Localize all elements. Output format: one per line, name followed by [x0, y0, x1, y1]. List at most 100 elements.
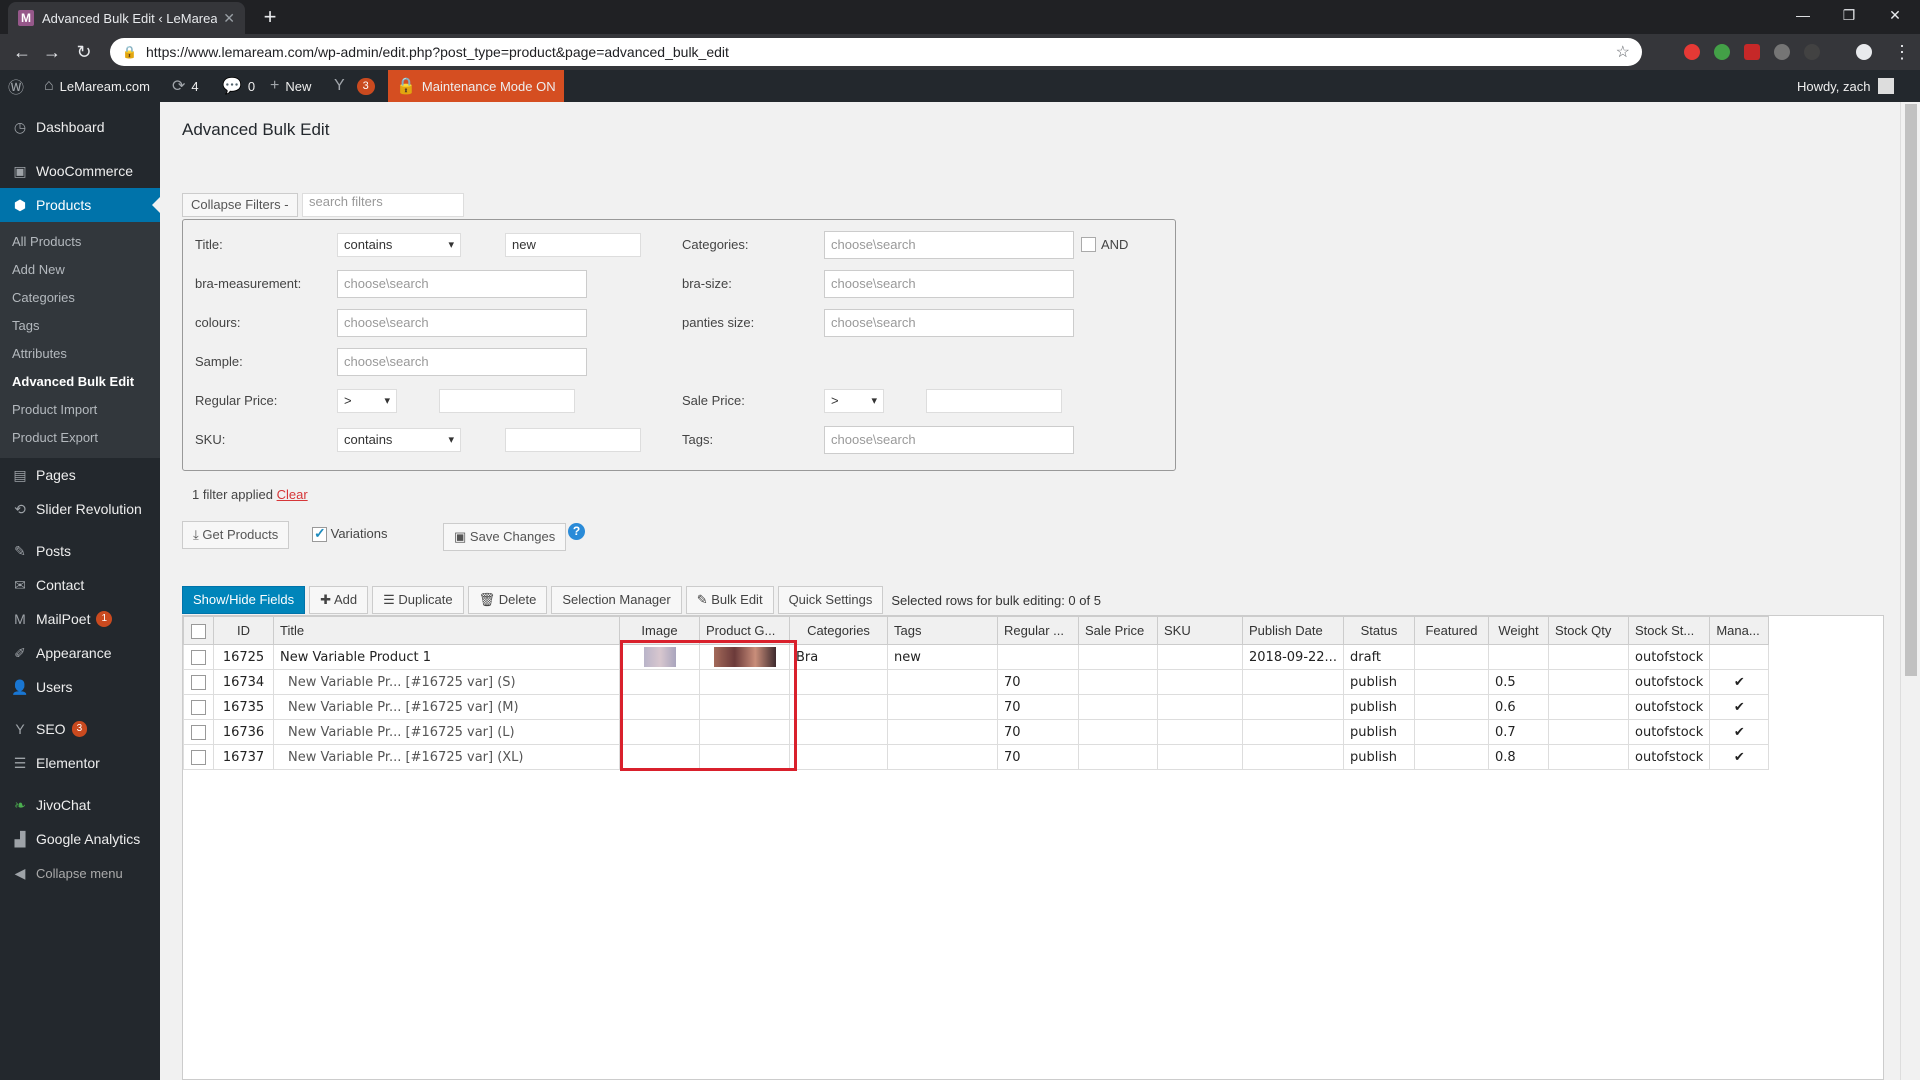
cell-id[interactable]: 16725	[213, 644, 274, 670]
row-checkbox[interactable]	[191, 699, 206, 715]
search-filters-input[interactable]: search filters	[302, 193, 464, 217]
column-header[interactable]: Product G...	[699, 616, 790, 645]
cell-status[interactable]: publish	[1343, 669, 1415, 695]
column-header[interactable]: SKU	[1157, 616, 1243, 645]
column-header[interactable]: Image	[619, 616, 700, 645]
column-header[interactable]: Weight	[1488, 616, 1549, 645]
add-button[interactable]: ✚ Add	[309, 586, 369, 614]
page-scrollbar[interactable]	[1900, 102, 1920, 1080]
column-header[interactable]: Sale Price	[1078, 616, 1158, 645]
address-bar[interactable]: 🔒 https://www.lemaream.com/wp-admin/edit…	[110, 38, 1642, 66]
duplicate-button[interactable]: ☰ Duplicate	[372, 586, 464, 614]
cell-categories[interactable]	[789, 744, 888, 770]
cell-title[interactable]: New Variable Pr... [#16725 var] (S)	[273, 669, 620, 695]
new-content-link[interactable]: + New	[270, 70, 311, 102]
cell-image[interactable]	[619, 719, 700, 745]
selection-manager-button[interactable]: Selection Manager	[551, 586, 682, 614]
cell-gallery[interactable]	[699, 669, 790, 695]
cell-status[interactable]: publish	[1343, 719, 1415, 745]
cell-manage-stock[interactable]	[1709, 644, 1770, 670]
cell-weight[interactable]: 0.7	[1488, 719, 1549, 745]
cell-regular-price[interactable]: 70	[997, 719, 1079, 745]
cell-tags[interactable]	[887, 719, 998, 745]
menu-woocommerce[interactable]: ▣ WooCommerce	[0, 154, 160, 188]
updates-link[interactable]: ⟳ 4	[172, 70, 199, 102]
table-row[interactable]: 16725 New Variable Product 1 Bra new 201…	[183, 644, 1770, 670]
menu-jivochat[interactable]: ❧ JivoChat	[0, 788, 160, 822]
table-row[interactable]: 16736 New Variable Pr... [#16725 var] (L…	[183, 719, 1770, 745]
sku-input[interactable]	[505, 428, 641, 452]
menu-google-analytics[interactable]: ▟ Google Analytics	[0, 822, 160, 856]
cell-stock-status[interactable]: outofstock	[1627, 644, 1711, 670]
delete-button[interactable]: 🗑 Delete	[467, 586, 548, 614]
bookmark-star-icon[interactable]: ☆	[1616, 42, 1630, 62]
clear-filters-link[interactable]: Clear	[277, 487, 308, 502]
cell-gallery[interactable]	[699, 644, 790, 670]
sample-select[interactable]: choose\search	[337, 348, 587, 376]
column-header[interactable]: Featured	[1414, 616, 1489, 645]
column-header[interactable]: Publish Date	[1242, 616, 1344, 645]
cell-tags[interactable]: new	[887, 644, 998, 670]
cell-stock-status[interactable]: outofstock	[1627, 744, 1711, 770]
cell-title[interactable]: New Variable Pr... [#16725 var] (XL)	[273, 744, 620, 770]
site-name-link[interactable]: ⌂ LeMaream.com	[44, 70, 150, 102]
cell-id[interactable]: 16735	[213, 694, 274, 720]
wordpress-logo-icon[interactable]: Ⓦ	[8, 70, 24, 102]
cell-categories[interactable]	[789, 719, 888, 745]
colours-select[interactable]: choose\search	[337, 309, 587, 337]
cell-image[interactable]	[619, 744, 700, 770]
new-tab-button[interactable]: +	[258, 6, 282, 30]
cell-tags[interactable]	[887, 694, 998, 720]
cell-featured[interactable]	[1414, 669, 1489, 695]
cell-sku[interactable]	[1157, 694, 1243, 720]
cell-id[interactable]: 16736	[213, 719, 274, 745]
regular-price-operator-select[interactable]: >	[337, 389, 397, 413]
cell-sku[interactable]	[1157, 744, 1243, 770]
cell-image[interactable]	[619, 644, 700, 670]
help-icon[interactable]: ?	[568, 523, 585, 540]
bra-size-select[interactable]: choose\search	[824, 270, 1074, 298]
cell-status[interactable]: draft	[1343, 644, 1415, 670]
cell-title[interactable]: New Variable Pr... [#16725 var] (L)	[273, 719, 620, 745]
bulk-edit-button[interactable]: ✎ Bulk Edit	[685, 586, 774, 614]
submenu-tags[interactable]: Tags	[0, 312, 160, 340]
cell-sale-price[interactable]	[1078, 669, 1158, 695]
menu-mailpoet[interactable]: M MailPoet 1	[0, 602, 160, 636]
cell-sale-price[interactable]	[1078, 694, 1158, 720]
column-header[interactable]: Categories	[789, 616, 888, 645]
cell-weight[interactable]: 0.5	[1488, 669, 1549, 695]
categories-select[interactable]: choose\search	[824, 231, 1074, 259]
extension-red-icon[interactable]	[1744, 44, 1760, 60]
submenu-add-new[interactable]: Add New	[0, 256, 160, 284]
bra-measurement-select[interactable]: choose\search	[337, 270, 587, 298]
cell-regular-price[interactable]: 70	[997, 744, 1079, 770]
row-checkbox[interactable]	[191, 674, 206, 690]
menu-posts[interactable]: ✎ Posts	[0, 534, 160, 568]
close-tab-icon[interactable]: ✕	[223, 10, 235, 27]
save-changes-button[interactable]: ▣ Save Changes	[443, 523, 567, 551]
select-all-header[interactable]	[183, 616, 214, 645]
back-icon[interactable]: ←	[10, 40, 34, 64]
submenu-attributes[interactable]: Attributes	[0, 340, 160, 368]
collapse-filters-button[interactable]: Collapse Filters -	[182, 193, 298, 217]
row-checkbox[interactable]	[191, 724, 206, 740]
extension-pen-icon[interactable]	[1774, 44, 1790, 60]
cell-publish-date[interactable]	[1242, 744, 1344, 770]
minimize-icon[interactable]: —	[1780, 0, 1826, 30]
title-operator-select[interactable]: contains	[337, 233, 461, 257]
menu-products[interactable]: ⬢ Products	[0, 188, 160, 222]
sale-price-operator-select[interactable]: >	[824, 389, 884, 413]
cell-sku[interactable]	[1157, 719, 1243, 745]
cell-weight[interactable]: 0.6	[1488, 694, 1549, 720]
panties-size-select[interactable]: choose\search	[824, 309, 1074, 337]
table-row[interactable]: 16735 New Variable Pr... [#16725 var] (M…	[183, 694, 1770, 720]
cell-manage-stock[interactable]: ✔	[1709, 744, 1770, 770]
menu-appearance[interactable]: ✐ Appearance	[0, 636, 160, 670]
comments-link[interactable]: 💬 0	[222, 70, 255, 102]
my-account-link[interactable]: Howdy, zach	[1797, 70, 1895, 102]
cell-featured[interactable]	[1414, 719, 1489, 745]
table-row[interactable]: 16734 New Variable Pr... [#16725 var] (S…	[183, 669, 1770, 695]
cell-manage-stock[interactable]: ✔	[1709, 719, 1770, 745]
cell-title[interactable]: New Variable Product 1	[273, 644, 620, 670]
cell-tags[interactable]	[887, 744, 998, 770]
